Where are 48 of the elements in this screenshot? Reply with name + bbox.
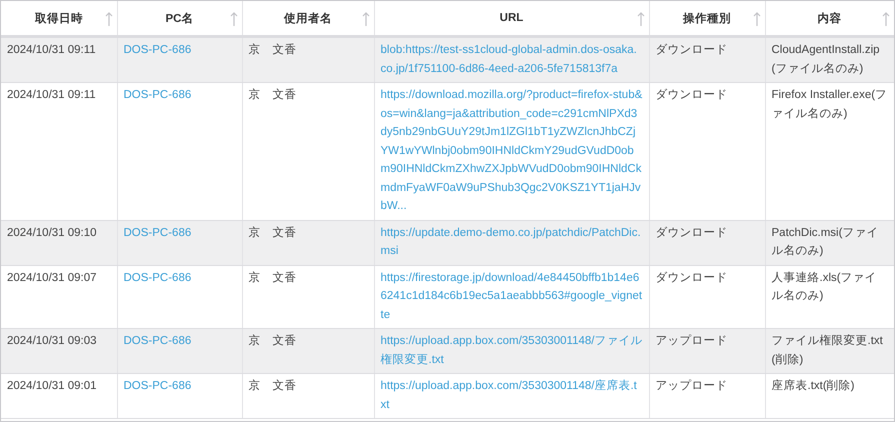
timestamp: 2024/10/31 09:10	[7, 226, 97, 238]
pc-name-link[interactable]: DOS-PC-686	[124, 377, 236, 396]
url-link[interactable]: https://upload.app.box.com/35303001148/座席表.txt	[380, 377, 642, 414]
user-name: 京 文香	[248, 44, 296, 56]
column-header[interactable]: URL	[500, 12, 524, 24]
operation-type: ダウンロード	[656, 44, 728, 56]
sort-arrow-icon[interactable]	[230, 11, 238, 27]
sort-arrow-icon[interactable]	[636, 11, 644, 27]
operation-type: ダウンロード	[656, 272, 728, 284]
operation-type: アップロード	[656, 335, 728, 347]
user-name: 京 文香	[248, 272, 296, 284]
pc-name-link[interactable]: DOS-PC-686	[124, 268, 236, 287]
operation-type: アップロード	[656, 380, 728, 392]
column-header[interactable]: 取得日時	[34, 10, 83, 26]
sort-arrow-icon[interactable]	[362, 11, 370, 27]
pc-name-link[interactable]: DOS-PC-686	[124, 86, 236, 104]
operation-type: ダウンロード	[656, 226, 728, 238]
url-link[interactable]: https://download.mozilla.org/?product=firefox-stub&os=win&lang=ja&attribution_code=c291cmNlPXd3dy5nb29nbGUuY29tJm1lZGl1bT1yZWZlcnJhbCZjYW1wYWlnbj0obm90IHNldCkmY29udGVudD0obm90IHNldCkmZXhwZXJpbWVudD0obm90IHNldCkmdmFyaWF0aW9uPShub3Qgc2V0KSZ1YT1jaHJvbW...	[380, 86, 642, 216]
content-text: CloudAgentInstall.zip(ファイル名のみ)	[772, 44, 880, 74]
user-name: 京 文香	[248, 335, 296, 347]
user-name: 京 文香	[248, 226, 296, 238]
column-header[interactable]: PC名	[166, 10, 194, 26]
url-link[interactable]: https://upload.app.box.com/35303001148/ファイル権限変更.txt	[380, 332, 642, 369]
url-link[interactable]: https://update.demo-demo.co.jp/patchdic/PatchDic.msi	[380, 224, 642, 260]
user-name: 京 文香	[248, 380, 296, 392]
column-header[interactable]: 内容	[818, 10, 842, 26]
timestamp: 2024/10/31 09:07	[7, 272, 97, 284]
column-header[interactable]: 操作種別	[683, 10, 731, 26]
content-text: Firefox Installer.exe(ファイル名のみ)	[772, 89, 888, 120]
sort-arrow-icon[interactable]	[882, 11, 890, 27]
url-link[interactable]: blob:https://test-ss1cloud-global-admin.dos-osaka.co.jp/1f751100-6d86-4eed-a206-5fe715813f7a	[380, 41, 642, 78]
content-text: ファイル権限変更.txt(削除)	[772, 335, 883, 366]
user-name: 京 文香	[248, 89, 296, 101]
sort-arrow-icon[interactable]	[752, 11, 760, 27]
pc-name-link[interactable]: DOS-PC-686	[124, 332, 236, 350]
timestamp: 2024/10/31 09:11	[7, 44, 96, 56]
timestamp: 2024/10/31 09:11	[7, 89, 96, 101]
content-text: PatchDic.msi(ファイル名のみ)	[772, 226, 878, 257]
operation-type: ダウンロード	[656, 89, 728, 101]
content-text: 座席表.txt(削除)	[772, 380, 854, 392]
url-link[interactable]: https://firestorage.jp/download/4e84450bffb1b14e66241c1d184c6b19ec5a1aeabbb563#google_vignette	[380, 268, 642, 324]
column-header[interactable]: 使用者名	[284, 10, 332, 26]
pc-name-link[interactable]: DOS-PC-686	[124, 224, 236, 242]
timestamp: 2024/10/31 09:01	[7, 380, 97, 392]
pc-name-link[interactable]: DOS-PC-686	[124, 41, 236, 60]
timestamp: 2024/10/31 09:03	[7, 335, 97, 347]
sort-arrow-icon[interactable]	[104, 11, 112, 27]
content-text: 人事連絡.xls(ファイル名のみ)	[772, 272, 877, 302]
